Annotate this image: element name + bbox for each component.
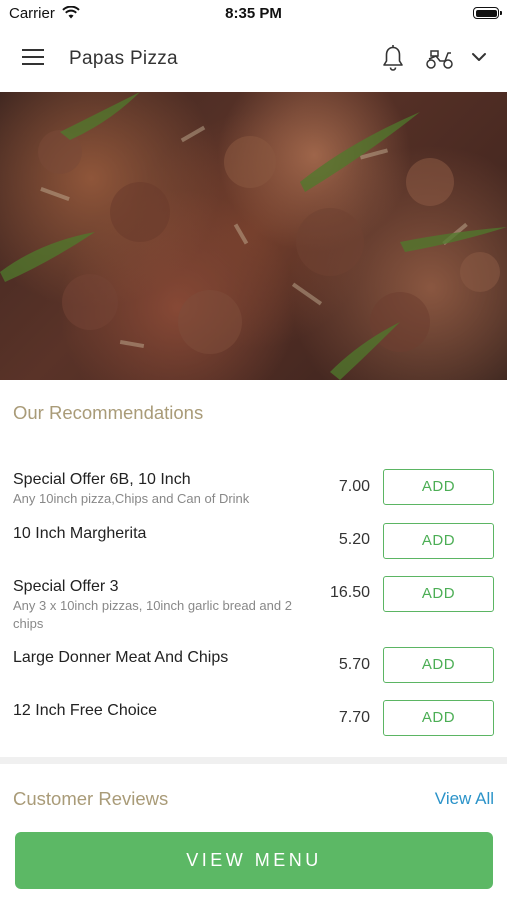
bell-icon[interactable]	[381, 44, 405, 72]
clock: 8:35 PM	[225, 5, 282, 22]
pizza-illustration	[0, 92, 507, 380]
battery-icon	[473, 7, 502, 19]
add-button[interactable]: ADD	[383, 647, 494, 683]
item-price: 5.20	[338, 531, 370, 548]
add-button[interactable]: ADD	[383, 469, 494, 505]
item-name: 10 Inch Margherita	[13, 525, 147, 542]
item-price: 5.70	[338, 656, 370, 673]
add-button[interactable]: ADD	[383, 523, 494, 559]
item-price: 7.00	[338, 478, 370, 495]
add-button[interactable]: ADD	[383, 700, 494, 736]
item-name: Special Offer 3	[13, 578, 119, 595]
restaurant-title: Papas Pizza	[69, 48, 178, 69]
view-menu-button[interactable]: VIEW MENU	[15, 832, 493, 889]
item-description: Any 3 x 10inch pizzas, 10inch garlic bre…	[13, 598, 292, 631]
reviews-title: Customer Reviews	[13, 788, 169, 809]
hero-pizza-image	[0, 92, 507, 380]
view-all-link[interactable]: View All	[435, 789, 494, 809]
scooter-icon[interactable]	[425, 47, 455, 71]
item-price: 7.70	[338, 709, 370, 726]
item-price: 16.50	[329, 584, 370, 601]
section-divider	[0, 757, 507, 764]
app-header: Papas Pizza	[0, 28, 507, 92]
item-name: 12 Inch Free Choice	[13, 702, 158, 719]
item-description: Any 10inch pizza,Chips and Can of Drink	[13, 491, 250, 506]
status-bar: Carrier 8:35 PM	[0, 0, 507, 28]
add-button[interactable]: ADD	[383, 576, 494, 612]
chevron-down-icon[interactable]	[471, 52, 487, 62]
item-name: Large Donner Meat And Chips	[13, 649, 229, 666]
menu-icon[interactable]	[22, 49, 46, 69]
recommendations-title: Our Recommendations	[13, 402, 204, 423]
item-name: Special Offer 6B, 10 Inch	[13, 471, 191, 488]
